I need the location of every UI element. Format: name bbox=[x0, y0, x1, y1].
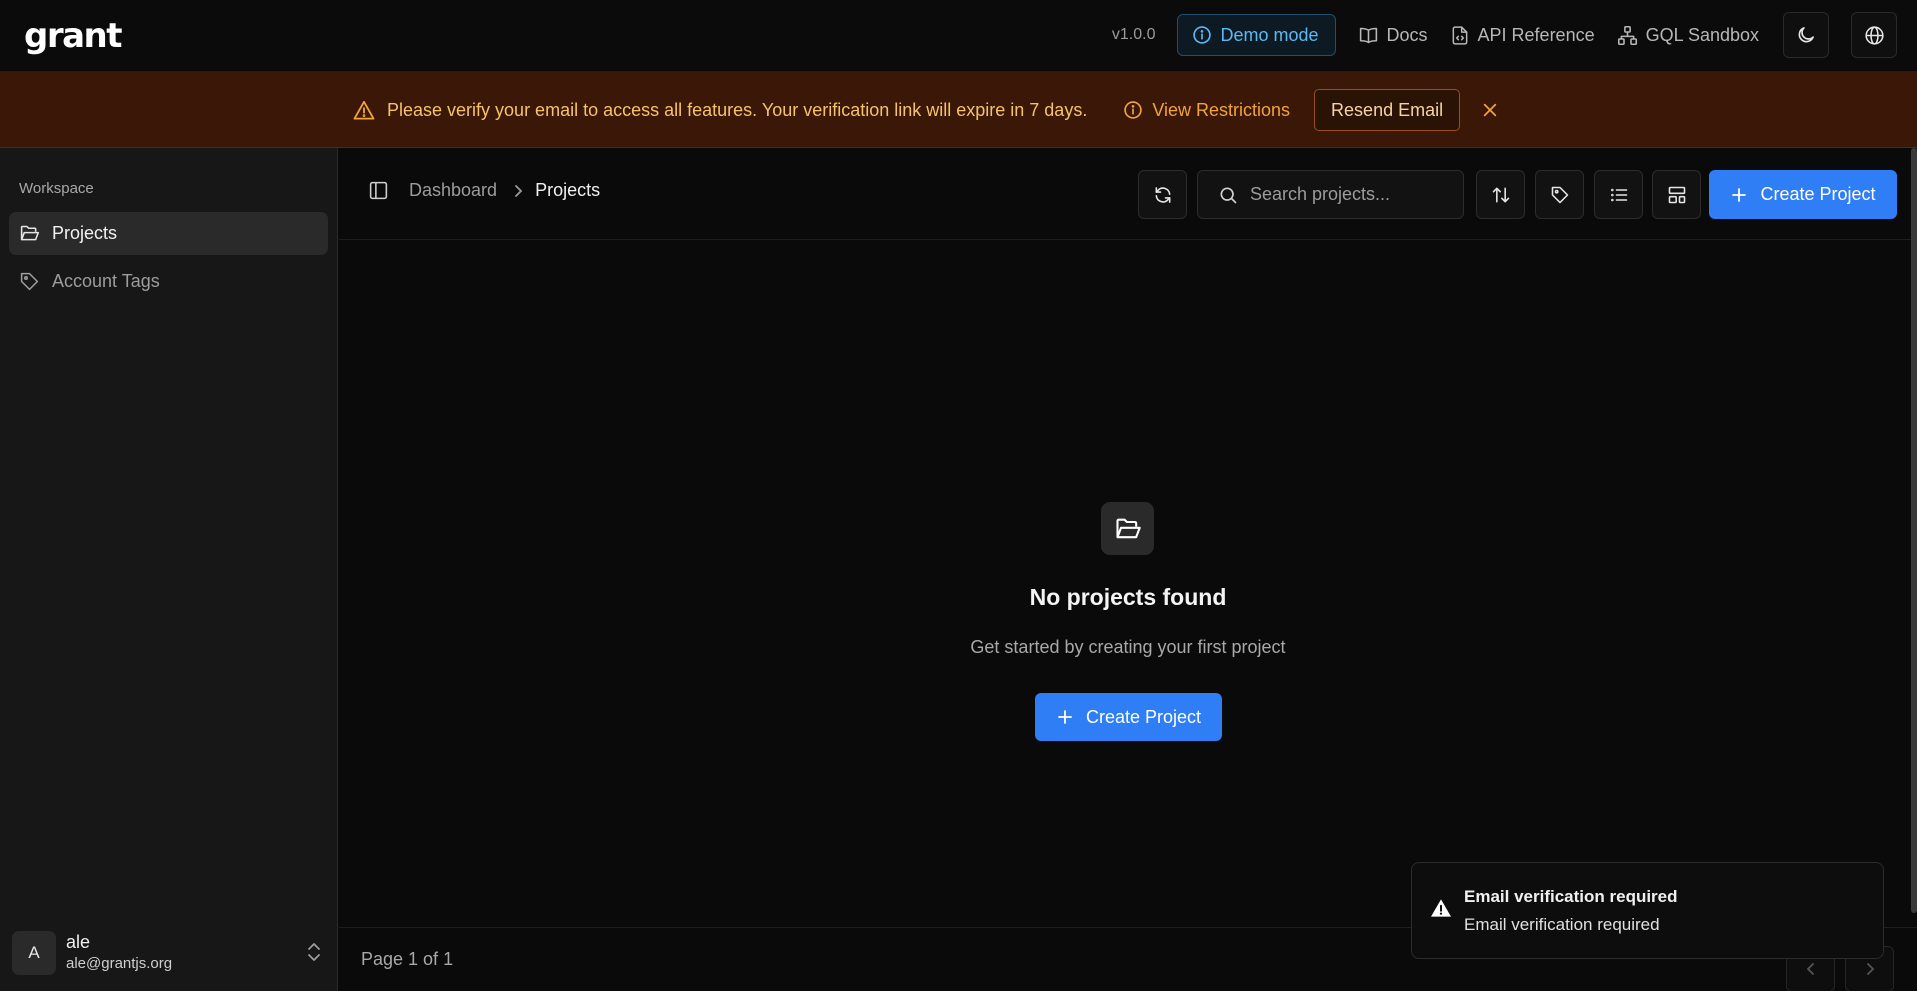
view-restrictions-link[interactable]: View Restrictions bbox=[1123, 100, 1290, 121]
sidebar-item-label: Projects bbox=[52, 223, 118, 243]
empty-state-folder bbox=[1101, 502, 1154, 555]
docs-link[interactable]: Docs bbox=[1358, 25, 1428, 46]
layout-icon bbox=[1667, 185, 1687, 205]
sidebar-item-label: Account Tags bbox=[52, 271, 160, 291]
folder-open-icon bbox=[1114, 515, 1142, 543]
create-project-label: Create Project bbox=[1085, 706, 1202, 727]
app-logo[interactable]: grant bbox=[24, 16, 123, 56]
theme-toggle-button[interactable] bbox=[1783, 12, 1829, 58]
banner-message: Please verify your email to access all f… bbox=[387, 99, 1088, 120]
breadcrumb: Dashboard Projects bbox=[368, 180, 600, 201]
search-input[interactable] bbox=[1250, 184, 1450, 205]
chevrons-up-down-icon bbox=[306, 941, 322, 963]
list-view-button[interactable] bbox=[1594, 170, 1643, 219]
chevron-right-icon bbox=[1865, 962, 1875, 976]
plus-icon bbox=[1056, 708, 1074, 726]
resend-email-label: Resend Email bbox=[1331, 99, 1444, 120]
create-project-button[interactable]: Create Project bbox=[1709, 170, 1897, 219]
search-icon bbox=[1218, 185, 1238, 205]
api-reference-link[interactable]: API Reference bbox=[1450, 25, 1595, 46]
tag-icon bbox=[19, 271, 40, 292]
globe-icon bbox=[1864, 25, 1885, 46]
warning-triangle-icon bbox=[353, 100, 375, 120]
demo-mode-button[interactable]: Demo mode bbox=[1177, 14, 1336, 56]
toast-notification[interactable]: Email verification required Email verifi… bbox=[1411, 862, 1884, 959]
network-icon bbox=[1617, 25, 1638, 46]
gql-sandbox-label: GQL Sandbox bbox=[1645, 24, 1759, 45]
list-icon bbox=[1609, 185, 1629, 205]
info-icon bbox=[1192, 25, 1212, 45]
create-project-label: Create Project bbox=[1760, 184, 1876, 204]
folder-open-icon bbox=[19, 223, 40, 244]
plus-icon bbox=[1730, 186, 1748, 204]
sidebar: Workspace Projects Account Tags A ale al… bbox=[0, 148, 338, 991]
close-icon bbox=[1483, 103, 1497, 117]
breadcrumb-projects: Projects bbox=[535, 180, 601, 200]
arrow-up-down-icon bbox=[1491, 185, 1511, 205]
file-code-icon bbox=[1450, 25, 1470, 46]
empty-state-create-project-button[interactable]: Create Project bbox=[1035, 693, 1222, 741]
page-scrollbar[interactable] bbox=[1911, 148, 1917, 913]
empty-state-title: No projects found bbox=[1029, 584, 1227, 610]
breadcrumb-dashboard[interactable]: Dashboard bbox=[409, 180, 497, 201]
warning-triangle-icon bbox=[1430, 898, 1452, 918]
header-actions: v1.0.0 Demo mode Docs API Reference GQL … bbox=[1112, 12, 1897, 58]
toast-description: Email verification required bbox=[1464, 915, 1660, 934]
gql-sandbox-link[interactable]: GQL Sandbox bbox=[1617, 25, 1759, 46]
language-button[interactable] bbox=[1851, 12, 1897, 58]
search-field[interactable] bbox=[1197, 170, 1464, 219]
avatar: A bbox=[12, 931, 56, 975]
view-restrictions-label: View Restrictions bbox=[1152, 99, 1291, 120]
docs-label: Docs bbox=[1386, 24, 1428, 45]
info-icon bbox=[1123, 100, 1143, 120]
sort-button[interactable] bbox=[1476, 170, 1525, 219]
refresh-icon bbox=[1153, 185, 1173, 205]
user-email: ale@grantjs.org bbox=[66, 955, 173, 972]
version-label: v1.0.0 bbox=[1111, 26, 1156, 43]
sidebar-section-heading: Workspace bbox=[19, 180, 94, 197]
projects-toolbar: Dashboard Projects Search projects... Cr… bbox=[339, 148, 1917, 240]
user-name: ale bbox=[66, 932, 91, 952]
sidebar-toggle-icon[interactable] bbox=[368, 180, 389, 201]
page-indicator: Page 1 of 1 bbox=[361, 949, 454, 969]
chevron-right-icon bbox=[513, 184, 523, 198]
chevron-left-icon bbox=[1806, 962, 1816, 976]
book-icon bbox=[1358, 25, 1379, 46]
toast-title: Email verification required bbox=[1464, 887, 1678, 906]
logo-text: grant bbox=[24, 16, 123, 56]
user-menu[interactable]: A ale ale@grantjs.org bbox=[12, 926, 328, 980]
filter-tags-button[interactable] bbox=[1535, 170, 1584, 219]
close-banner-button[interactable] bbox=[1482, 102, 1498, 118]
layout-view-button[interactable] bbox=[1652, 170, 1701, 219]
demo-mode-label: Demo mode bbox=[1220, 24, 1319, 45]
refresh-button[interactable] bbox=[1138, 170, 1187, 219]
api-reference-label: API Reference bbox=[1477, 24, 1595, 45]
email-verification-banner: Please verify your email to access all f… bbox=[0, 72, 1917, 148]
tag-icon bbox=[1550, 185, 1570, 205]
top-header: grant v1.0.0 Demo mode Docs API Referenc… bbox=[0, 0, 1917, 72]
empty-state-subtitle: Get started by creating your first proje… bbox=[970, 637, 1286, 657]
moon-icon bbox=[1796, 25, 1816, 45]
sidebar-item-projects[interactable]: Projects bbox=[9, 212, 328, 255]
resend-email-button[interactable]: Resend Email bbox=[1314, 89, 1461, 131]
sidebar-item-account-tags[interactable]: Account Tags bbox=[9, 260, 328, 303]
